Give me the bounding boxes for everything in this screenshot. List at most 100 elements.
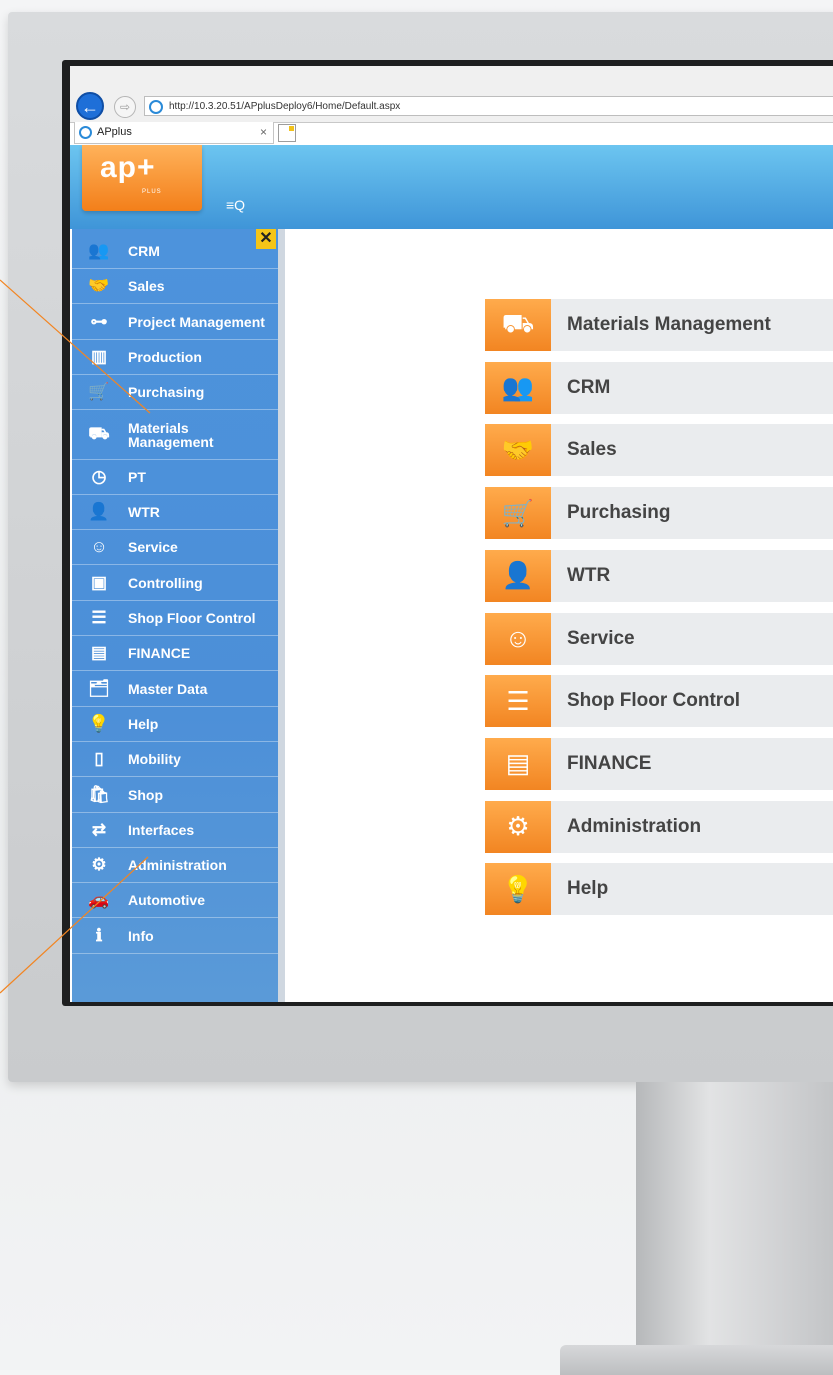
sidebar-item-label: Project Management bbox=[128, 313, 265, 330]
forward-button[interactable]: ⇨ bbox=[114, 96, 136, 118]
module-tile[interactable]: 💡 Help bbox=[485, 863, 833, 916]
sidebar-item-label: Materials Management bbox=[128, 419, 214, 450]
ie-icon bbox=[79, 126, 92, 139]
lightbulb-icon: 💡 bbox=[88, 713, 110, 733]
presentation-icon: ▣ bbox=[90, 572, 108, 592]
back-arrow-icon: ← bbox=[81, 97, 99, 117]
car-icon: 🚗 bbox=[88, 890, 110, 910]
sidebar-item[interactable]: ⊶ Project Management bbox=[72, 305, 278, 340]
sidebar-item[interactable]: ℹ Info bbox=[72, 919, 278, 954]
sidebar-item-label: CRM bbox=[128, 243, 160, 259]
sidebar-item-label: Purchasing bbox=[128, 384, 205, 401]
tab-close-icon[interactable]: × bbox=[260, 122, 267, 142]
list-panel-icon: ☰ bbox=[485, 675, 551, 728]
close-sidebar-icon[interactable]: ✕ bbox=[256, 229, 276, 249]
forklift-icon: ⛟ bbox=[485, 299, 551, 351]
sidebar-item[interactable]: ☰ Shop Floor Control bbox=[72, 601, 278, 636]
sidebar-item-label: FINANCE bbox=[128, 645, 191, 662]
sidebar-item[interactable]: ◷ PT bbox=[72, 460, 278, 495]
module-tile-label: FINANCE bbox=[567, 752, 652, 774]
module-tile[interactable]: ☺ Service bbox=[485, 612, 833, 665]
person-clock-icon: 👤 bbox=[485, 549, 551, 602]
sidebar-item[interactable]: 👥 CRM bbox=[72, 234, 278, 269]
module-tile-label: CRM bbox=[567, 376, 611, 398]
factory-icon: ▥ bbox=[90, 346, 108, 366]
url-text: http://10.3.20.51/APplusDeploy6/Home/Def… bbox=[169, 101, 401, 112]
shop-cart-icon: 🛍 bbox=[88, 784, 110, 804]
handshake-icon: 🤝 bbox=[485, 424, 551, 477]
sidebar-item[interactable]: 🤝 Sales bbox=[72, 269, 278, 305]
module-tile-label: Help bbox=[567, 878, 609, 900]
tab-title: APplus bbox=[97, 126, 132, 138]
sidebar-item[interactable]: ▣ Controlling bbox=[72, 566, 278, 601]
sidebar-item-label: Automotive bbox=[128, 892, 205, 909]
sidebar-item[interactable]: 🗂 Master Data bbox=[72, 672, 278, 707]
module-tile[interactable]: 👥 CRM bbox=[485, 361, 833, 414]
wallet-icon: ▤ bbox=[485, 737, 551, 790]
service-agent-icon: ☺ bbox=[90, 537, 108, 557]
module-tile[interactable]: ▤ FINANCE bbox=[485, 737, 833, 790]
browser-tab[interactable]: APplus × bbox=[74, 122, 274, 144]
module-tile[interactable]: ⚙ Administration bbox=[485, 800, 833, 853]
sliders-icon: ⚙ bbox=[91, 855, 107, 875]
module-tile[interactable]: 👤 WTR bbox=[485, 549, 833, 602]
info-icon: ℹ bbox=[95, 925, 103, 945]
module-tile-label: Purchasing bbox=[567, 502, 671, 524]
logo-subtext: PLUS bbox=[142, 189, 162, 195]
sidebar-item-label: Production bbox=[128, 348, 202, 365]
module-tile-label: WTR bbox=[567, 564, 611, 586]
sidebar-item[interactable]: ⇄ Interfaces bbox=[72, 813, 278, 848]
sidebar-item[interactable]: 🛒 Purchasing bbox=[72, 375, 278, 411]
sidebar-item[interactable]: ▥ Production bbox=[72, 340, 278, 375]
ie-icon bbox=[149, 100, 163, 114]
back-button[interactable]: ← bbox=[76, 92, 104, 120]
monitor-stand-base bbox=[560, 1345, 833, 1375]
service-agent-icon: ☺ bbox=[485, 612, 551, 665]
address-bar[interactable]: http://10.3.20.51/APplusDeploy6/Home/Def… bbox=[144, 96, 833, 116]
sidebar-item-label: Shop bbox=[128, 786, 163, 803]
sidebar-item-label: Mobility bbox=[128, 751, 181, 768]
sidebar-item[interactable]: ▯ Mobility bbox=[72, 742, 278, 778]
forward-arrow-icon: ⇨ bbox=[119, 100, 131, 114]
sidebar-item-label: Master Data bbox=[128, 680, 208, 697]
person-clock-icon: 👤 bbox=[88, 502, 110, 522]
sidebar-item[interactable]: 👤 WTR bbox=[72, 495, 278, 531]
new-tab-button[interactable] bbox=[278, 124, 296, 142]
sidebar-item-label: Service bbox=[128, 539, 178, 556]
sidebar-item[interactable]: ☺ Service bbox=[72, 530, 278, 566]
sidebar-item-label: PT bbox=[128, 468, 146, 485]
sidebar-item[interactable]: ▤ FINANCE bbox=[72, 636, 278, 672]
sidebar-item-label: Help bbox=[128, 715, 159, 732]
handshake-icon: 🤝 bbox=[88, 276, 110, 296]
sidebar-item[interactable]: ⚙ Administration bbox=[72, 848, 278, 884]
sidebar-item-label: Interfaces bbox=[128, 821, 195, 838]
module-tile-label: Materials Management bbox=[567, 314, 771, 335]
sidebar-item[interactable]: 🛍 Shop bbox=[72, 778, 278, 813]
sidebar-item-label: Info bbox=[128, 927, 154, 944]
monitor-stand-neck bbox=[636, 1082, 833, 1372]
sliders-icon: ⚙ bbox=[485, 800, 551, 853]
module-tile[interactable]: ⛟ Materials Management bbox=[485, 299, 833, 351]
sidebar-item-label: Shop Floor Control bbox=[128, 610, 256, 626]
sidebar-item[interactable]: 🚗 Automotive bbox=[72, 883, 278, 919]
module-tile-label: Shop Floor Control bbox=[567, 690, 741, 712]
folder-info-icon: 🗂 bbox=[88, 678, 110, 698]
sidebar-item-label: Controlling bbox=[128, 574, 203, 591]
phone-icon: ▯ bbox=[94, 749, 104, 769]
cart-icon: 🛒 bbox=[88, 382, 110, 402]
sidebar-item-label: Sales bbox=[128, 278, 165, 295]
module-tile[interactable]: 🤝 Sales bbox=[485, 424, 833, 477]
menu-search-icon[interactable]: ≡Q bbox=[226, 196, 248, 214]
module-tile[interactable]: 🛒 Purchasing bbox=[485, 487, 833, 540]
logo-text: ap+ bbox=[100, 151, 156, 184]
module-tile-label: Administration bbox=[567, 815, 702, 837]
people-icon: 👥 bbox=[485, 361, 551, 414]
module-tile[interactable]: ☰ Shop Floor Control bbox=[485, 675, 833, 728]
browser-toolbar: ← ⇨ http://10.3.20.51/APplusDeploy6/Home… bbox=[70, 66, 833, 123]
app-logo[interactable]: ap+ PLUS bbox=[82, 145, 202, 211]
sidebar-scrollbar[interactable] bbox=[278, 229, 285, 1002]
module-tile-label: Service bbox=[567, 627, 635, 649]
sidebar-item-label: WTR bbox=[128, 504, 160, 521]
sidebar-item[interactable]: 💡 Help bbox=[72, 707, 278, 742]
sidebar-item[interactable]: ⛟ Materials Management bbox=[72, 411, 278, 460]
